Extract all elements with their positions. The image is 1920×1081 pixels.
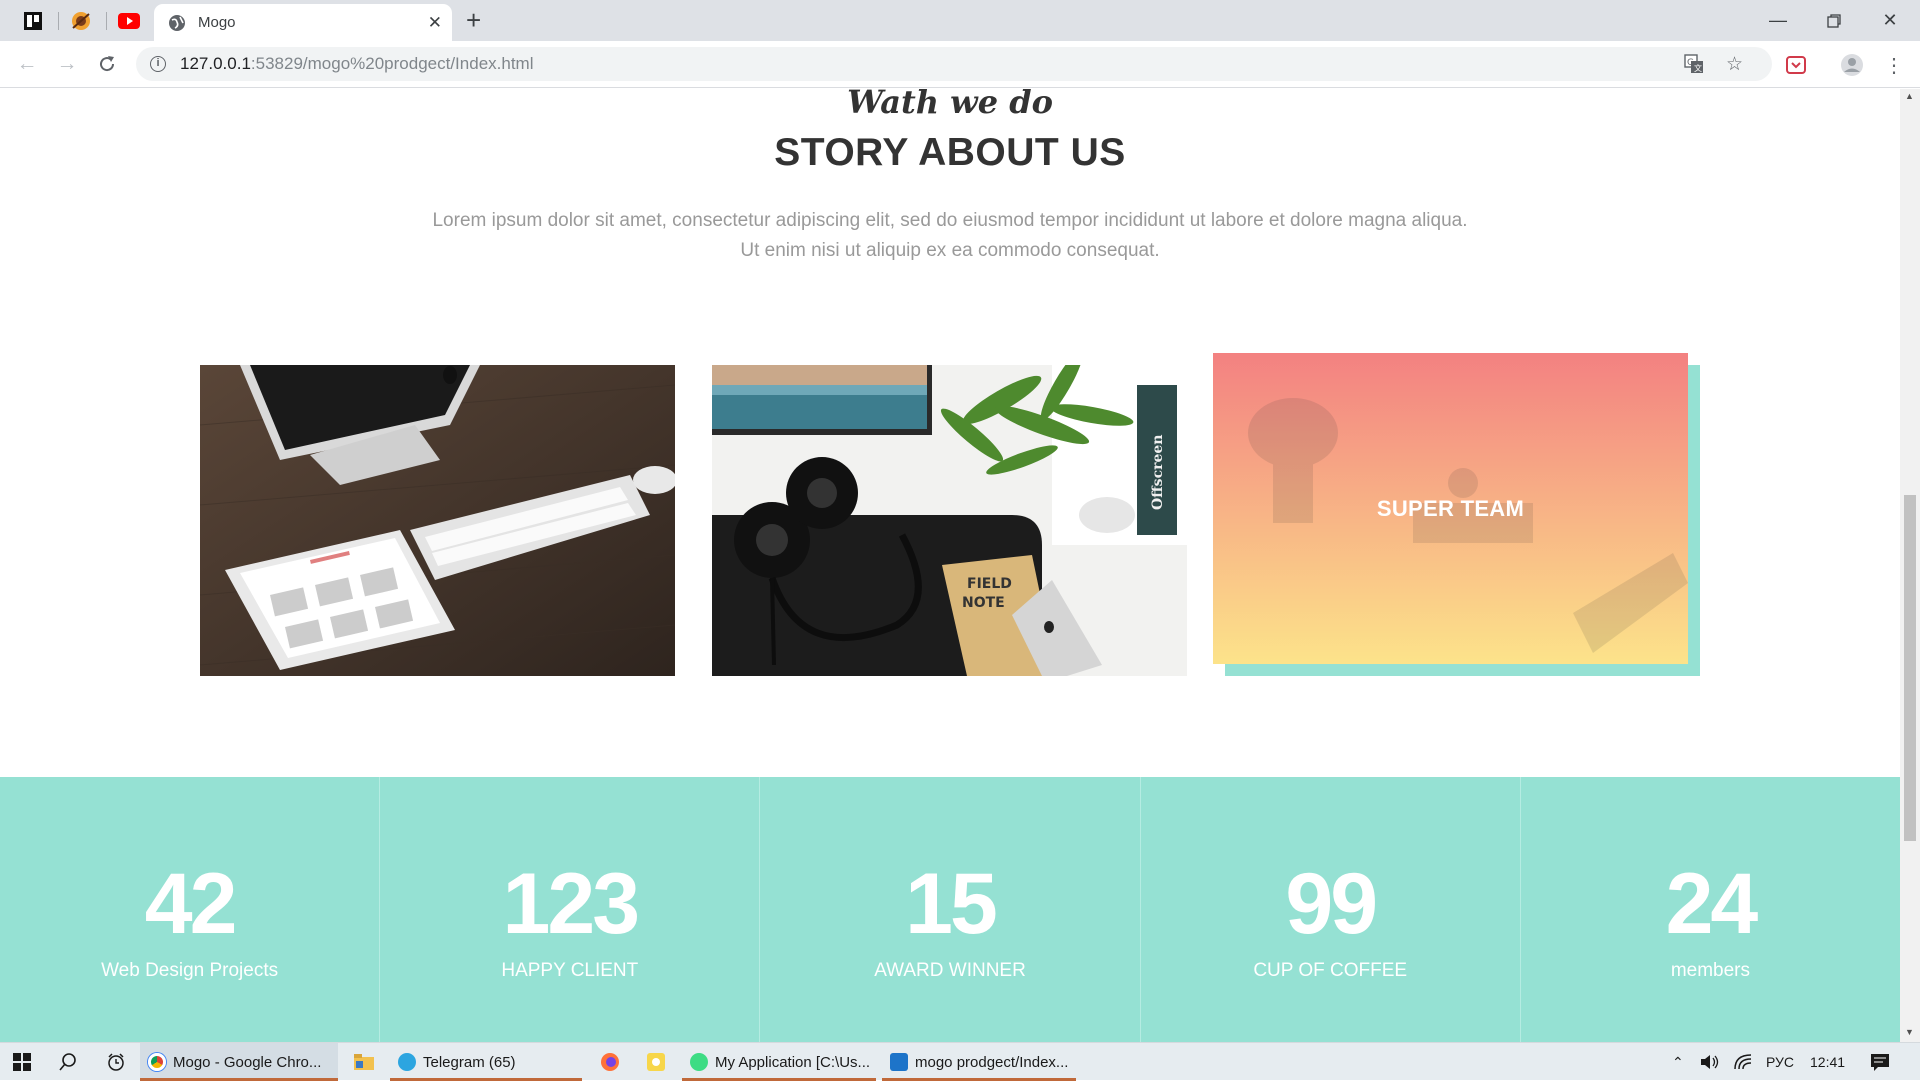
minimize-button[interactable]: —	[1750, 0, 1806, 41]
stat-number: 24	[1665, 856, 1759, 952]
stat-item: 99 CUP OF COFFEE	[1141, 777, 1521, 1042]
stat-item: 123 HAPPY CLIENT	[380, 777, 761, 1042]
avatar-icon	[1841, 54, 1863, 76]
search-button[interactable]	[48, 1043, 88, 1081]
stat-label: HAPPY CLIENT	[501, 960, 639, 981]
bookmark-star-icon[interactable]: ☆	[1726, 47, 1743, 81]
browser-tab-bar: Mogo ✕ + — ✕	[0, 0, 1920, 41]
telegram-icon	[398, 1053, 416, 1071]
pinned-tab-ext[interactable]	[58, 0, 104, 41]
stat-item: 42 Web Design Projects	[0, 777, 381, 1042]
tab-title: Mogo	[198, 14, 236, 31]
scrollbar-thumb[interactable]	[1904, 495, 1916, 841]
stat-number: 15	[905, 856, 998, 952]
section-title: STORY ABOUT US	[774, 131, 1126, 174]
file-explorer-button[interactable]	[344, 1043, 384, 1081]
photo-headphones-desk: FIELD NOTE Offscreen	[712, 365, 1187, 676]
svg-text:FIELD: FIELD	[967, 576, 1012, 592]
reload-icon	[100, 56, 115, 72]
section-description: Lorem ipsum dolor sit amet, consectetur …	[432, 210, 1468, 261]
reload-button[interactable]	[92, 49, 122, 79]
scroll-down-arrow-icon[interactable]: ▼	[1905, 1027, 1914, 1037]
folder-icon	[354, 1054, 374, 1070]
chrome-icon	[148, 1053, 166, 1071]
page-scrollbar[interactable]: ▲ ▼	[1900, 89, 1920, 1042]
pinned-tab-youtube[interactable]	[106, 0, 152, 41]
firefox-icon	[601, 1053, 619, 1071]
task-view-button[interactable]	[96, 1043, 136, 1081]
back-button[interactable]: ←	[12, 49, 42, 79]
octo-icon	[72, 11, 90, 30]
svg-text:Offscreen: Offscreen	[1150, 435, 1166, 510]
super-team-card[interactable]: SUPER TEAM	[1213, 353, 1688, 664]
taskbar-app-brackets[interactable]: mogo prodgect/Index...	[882, 1043, 1076, 1081]
forward-button[interactable]: →	[52, 49, 82, 79]
info-icon[interactable]: i	[150, 56, 166, 72]
photo-desk-workspace	[200, 365, 675, 676]
search-icon	[59, 1053, 76, 1071]
youtube-icon	[118, 12, 140, 29]
stat-label: AWARD WINNER	[874, 960, 1026, 981]
taskbar-app-chrome[interactable]: Mogo - Google Chro...	[140, 1043, 338, 1081]
firefox-button[interactable]	[590, 1043, 630, 1081]
stat-number: 99	[1285, 856, 1378, 952]
svg-text:G: G	[1687, 58, 1694, 68]
stat-number: 123	[502, 856, 641, 952]
globe-icon	[169, 14, 185, 31]
svg-text:文: 文	[1694, 63, 1702, 73]
url-text: 127.0.0.1:53829/mogo%20prodgect/Index.ht…	[180, 54, 534, 73]
browser-toolbar: ← → i 127.0.0.1:53829/mogo%20prodgect/In…	[0, 41, 1920, 88]
language-indicator[interactable]: РУС	[1766, 1043, 1794, 1081]
restore-icon	[1827, 13, 1841, 28]
svg-text:NOTE: NOTE	[962, 595, 1005, 611]
stat-label: members	[1670, 960, 1750, 981]
windows-logo-icon	[13, 1053, 31, 1071]
trello-icon	[24, 11, 42, 30]
sticky-notes-button[interactable]	[636, 1043, 676, 1081]
task-view-icon	[108, 1053, 124, 1071]
brackets-icon	[890, 1053, 908, 1071]
menu-kebab-icon[interactable]: ⋮	[1880, 51, 1908, 79]
stat-label: Web Design Projects	[101, 960, 279, 981]
pocket-extension-icon[interactable]	[1782, 51, 1810, 79]
page-viewport: Wath we do STORY ABOUT US Lorem ipsum do…	[0, 89, 1900, 1042]
tab-close-icon[interactable]: ✕	[428, 13, 442, 33]
start-button[interactable]	[0, 1043, 44, 1081]
address-bar[interactable]: i 127.0.0.1:53829/mogo%20prodgect/Index.…	[136, 47, 1772, 81]
section-subtitle: Wath we do	[847, 89, 1053, 121]
restore-button[interactable]	[1806, 0, 1862, 41]
new-tab-button[interactable]: +	[466, 6, 481, 34]
stat-item: 15 AWARD WINNER	[760, 777, 1141, 1042]
stat-number: 42	[144, 856, 238, 952]
pinned-tab-trello[interactable]	[10, 0, 56, 41]
wifi-icon[interactable]	[1734, 1043, 1752, 1081]
translate-icon[interactable]: G文	[1684, 47, 1704, 81]
taskbar-app-telegram[interactable]: Telegram (65)	[390, 1043, 582, 1081]
taskbar-app-android-studio[interactable]: My Application [C:\Us...	[682, 1043, 876, 1081]
windows-taskbar: Mogo - Google Chro... Telegram (65) My A…	[0, 1042, 1920, 1081]
stat-label: CUP OF COFFEE	[1253, 960, 1408, 981]
notifications-icon[interactable]	[1870, 1043, 1890, 1081]
stats-band: 42 Web Design Projects 123 HAPPY CLIENT …	[0, 777, 1900, 1042]
stat-item: 24 members	[1521, 777, 1900, 1042]
volume-icon[interactable]	[1700, 1043, 1720, 1081]
tray-chevron-icon[interactable]: ⌃	[1672, 1043, 1684, 1081]
card-label: SUPER TEAM	[1376, 495, 1525, 521]
profile-avatar[interactable]	[1838, 51, 1866, 79]
android-studio-icon	[690, 1053, 708, 1071]
notes-icon	[647, 1053, 665, 1071]
tab-mogo[interactable]: Mogo ✕	[154, 4, 452, 41]
scroll-up-arrow-icon[interactable]: ▲	[1905, 91, 1914, 101]
close-window-button[interactable]: ✕	[1862, 0, 1918, 41]
clock[interactable]: 12:41	[1810, 1043, 1845, 1081]
